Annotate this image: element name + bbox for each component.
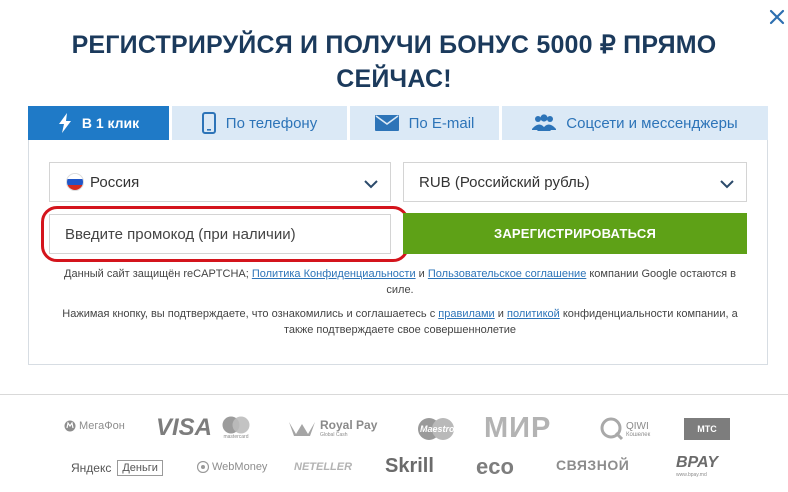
megafon-label: МегаФон (79, 420, 125, 432)
envelope-icon (374, 115, 399, 131)
tab-one-click[interactable]: В 1 клик (28, 106, 172, 140)
eco-label: eco (476, 454, 514, 479)
royalpay-logo: Royal Pay Global Cash (288, 418, 377, 438)
tab-phone[interactable]: По телефону (172, 106, 350, 140)
qiwi-logo: QIWI Кошелек (600, 417, 650, 441)
close-icon[interactable] (768, 8, 786, 26)
tab-label: По телефону (225, 114, 318, 132)
users-icon (532, 114, 557, 132)
tab-email[interactable]: По E-mail (350, 106, 502, 140)
maestro-logo: Maestro (415, 417, 457, 441)
registration-tabs: В 1 клик По телефону По E-mail Соцсети и… (28, 106, 768, 140)
tab-label: В 1 клик (81, 115, 140, 131)
note-text: и (418, 268, 425, 280)
mts-label: МТС (697, 424, 717, 434)
rules-link[interactable]: правилами (438, 308, 494, 320)
maestro-label: Maestro (420, 424, 455, 434)
phone-icon (201, 112, 216, 134)
megafon-logo: МегаФон (64, 420, 125, 432)
bpay-sublabel: www.bpay.md (676, 472, 707, 478)
register-button[interactable]: ЗАРЕГИСТРИРОВАТЬСЯ (403, 213, 747, 254)
country-select[interactable]: Россия (49, 162, 391, 202)
neteller-logo: NETELLER (294, 461, 352, 473)
skrill-label: Skrill (385, 455, 434, 477)
user-agreement-link[interactable]: Пользовательское соглашение (428, 268, 586, 280)
note-text: Нажимая кнопку, вы подтверждаете, что оз… (62, 308, 436, 320)
eco-logo: eco (476, 454, 514, 480)
note-text: Данный сайт защищён reCAPTCHA; (64, 268, 249, 280)
divider (0, 394, 788, 395)
privacy-policy-link[interactable]: Политика Конфиденциальности (252, 268, 416, 280)
mastercard-label: mastercard (223, 434, 249, 440)
yandex-money-logo: Яндекс Деньги (71, 460, 163, 476)
royalpay-sublabel: Global Cash (320, 432, 348, 438)
bpay-label: BPAY (676, 454, 719, 471)
mts-logo: МТС (684, 418, 730, 440)
currency-value: RUB (Российский рубль) (419, 173, 590, 191)
tab-label: По E-mail (408, 114, 475, 132)
yandex-label: Яндекс (71, 461, 112, 475)
royalpay-label: Royal Pay (320, 418, 378, 432)
bpay-logo: BPAY www.bpay.md (676, 454, 718, 478)
lightning-icon (58, 113, 72, 133)
country-value: Россия (90, 173, 140, 191)
skrill-logo: Skrill (385, 455, 434, 478)
mir-label: МИР (484, 412, 552, 444)
webmoney-label: WebMoney (212, 461, 268, 473)
chevron-down-icon (720, 176, 734, 193)
qiwi-label: QIWI (626, 420, 649, 432)
currency-select[interactable]: RUB (Российский рубль) (403, 162, 747, 202)
tab-social[interactable]: Соцсети и мессенджеры (502, 106, 768, 140)
visa-label: VISA (156, 414, 213, 441)
tab-label: Соцсети и мессенджеры (566, 114, 738, 132)
svyaznoy-logo: СВЯЗНОЙ (556, 457, 629, 473)
consent-note: Нажимая кнопку, вы подтверждаете, что оз… (50, 306, 750, 338)
visa-logo: VISA (156, 414, 212, 442)
neteller-label: NETELLER (294, 461, 353, 473)
dengi-label: Деньги (117, 460, 163, 476)
recaptcha-note: Данный сайт защищён reCAPTCHA; Политика … (50, 266, 750, 298)
privacy-link[interactable]: политикой (507, 308, 560, 320)
promo-code-input[interactable] (49, 214, 391, 254)
note-text: и (497, 308, 504, 320)
modal-title: РЕГИСТРИРУЙСЯ И ПОЛУЧИ БОНУС 5000 ₽ ПРЯМ… (71, 31, 717, 93)
mir-logo: МИР (484, 412, 551, 445)
svyaznoy-label: СВЯЗНОЙ (556, 457, 630, 473)
webmoney-logo: WebMoney (197, 461, 267, 473)
chevron-down-icon (364, 176, 378, 193)
qiwi-sublabel: Кошелек (626, 431, 651, 438)
russia-flag-icon (66, 173, 84, 191)
mastercard-logo: mastercard (221, 416, 251, 440)
